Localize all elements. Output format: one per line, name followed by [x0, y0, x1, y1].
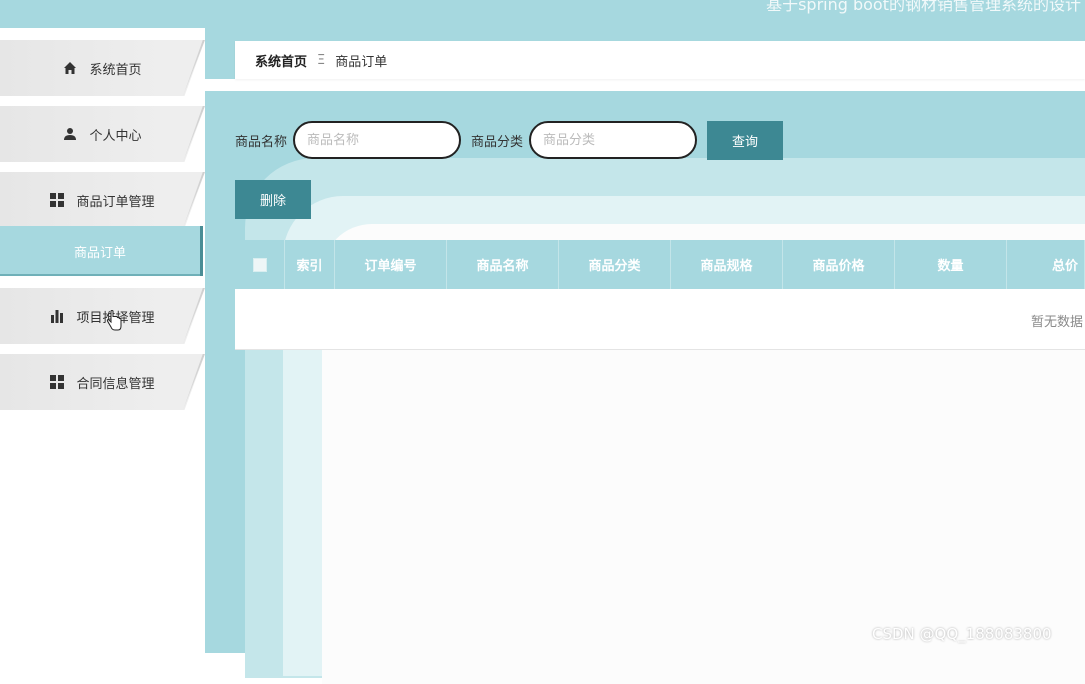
- column-header-product-spec[interactable]: 商品规格: [671, 240, 783, 289]
- watermark: CSDN @QQ_188083800: [872, 625, 1052, 643]
- breadcrumb-home[interactable]: 系统首页: [255, 51, 307, 70]
- product-name-input[interactable]: [293, 121, 462, 159]
- select-all-checkbox[interactable]: [252, 257, 267, 272]
- grid-icon: [50, 375, 65, 389]
- main-content: 系统首页 Ξ 商品订单 商品名称 商品分类 查询 删除 索引 订单编号 商品名称…: [205, 28, 1085, 684]
- table-header: 索引 订单编号 商品名称 商品分类 商品规格 商品价格 数量 总价: [235, 240, 1085, 289]
- column-header-order-number[interactable]: 订单编号: [335, 240, 447, 289]
- search-form: 商品名称 商品分类 查询: [235, 120, 784, 160]
- column-header-quantity[interactable]: 数量: [895, 240, 1007, 289]
- empty-state-text: 暂无数据: [1030, 315, 1083, 330]
- sidebar-item-order-management[interactable]: 商品订单管理: [0, 172, 205, 228]
- breadcrumb-separator: Ξ: [317, 52, 326, 68]
- sidebar-subitem-orders[interactable]: 商品订单: [0, 226, 203, 276]
- sidebar-item-label: 合同信息管理: [76, 376, 155, 392]
- breadcrumb-current: 商品订单: [335, 54, 388, 70]
- column-header-product-category[interactable]: 商品分类: [559, 240, 671, 289]
- search-button[interactable]: 查询: [707, 120, 784, 160]
- column-header-product-name[interactable]: 商品名称: [447, 240, 559, 289]
- top-header: 基于spring boot的钢材销售管理系统的设计: [0, 0, 1085, 28]
- product-name-label: 商品名称: [235, 134, 288, 150]
- column-header-index[interactable]: 索引: [285, 240, 335, 289]
- column-header-product-price[interactable]: 商品价格: [783, 240, 895, 289]
- product-category-label: 商品分类: [471, 134, 524, 150]
- bar-chart-icon: [50, 309, 64, 323]
- mouse-cursor-icon: [106, 310, 122, 336]
- product-category-input[interactable]: [529, 121, 698, 159]
- sidebar-subitem-label: 商品订单: [73, 245, 126, 261]
- sidebar-item-profile[interactable]: 个人中心: [0, 106, 205, 162]
- orders-table: 索引 订单编号 商品名称 商品分类 商品规格 商品价格 数量 总价 暂无数据: [235, 240, 1085, 350]
- table-body: 暂无数据: [235, 289, 1085, 350]
- select-all-cell: [235, 240, 285, 289]
- breadcrumb: 系统首页 Ξ 商品订单: [235, 41, 1085, 79]
- sidebar-item-label: 个人中心: [89, 128, 142, 144]
- sidebar-item-label: 系统首页: [89, 62, 142, 78]
- home-icon: [63, 61, 77, 75]
- column-header-total[interactable]: 总价: [1007, 240, 1085, 289]
- decorative-band: [205, 79, 1085, 91]
- sidebar: 系统首页 个人中心 商品订单管理 商品订单 项目推择管理 合同信息管理: [0, 28, 205, 653]
- sidebar-item-project-management[interactable]: 项目推择管理: [0, 288, 205, 344]
- sidebar-item-contract-management[interactable]: 合同信息管理: [0, 354, 205, 410]
- app-title: 基于spring boot的钢材销售管理系统的设计: [766, 0, 1081, 14]
- user-icon: [63, 127, 77, 141]
- sidebar-item-label: 商品订单管理: [76, 194, 155, 210]
- delete-button[interactable]: 删除: [235, 180, 311, 219]
- grid-icon: [50, 193, 65, 207]
- sidebar-item-home[interactable]: 系统首页: [0, 40, 205, 96]
